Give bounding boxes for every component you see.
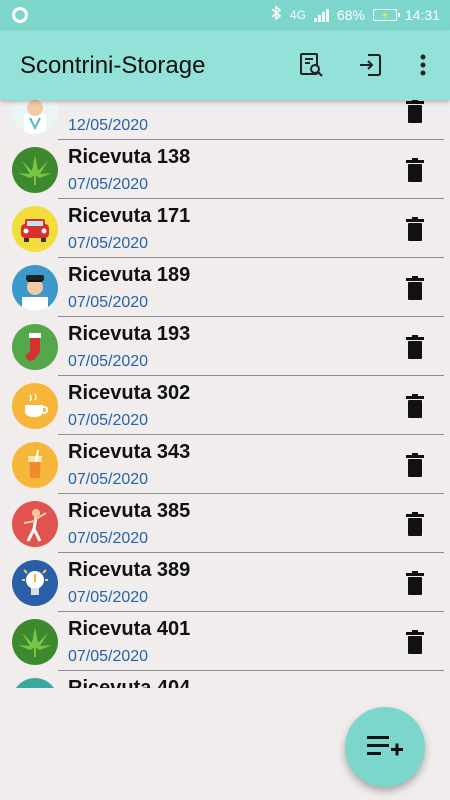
list-item[interactable]: Ricevuta 302 07/05/2020 bbox=[0, 376, 450, 435]
list-item[interactable]: Ricevuta 138 07/05/2020 bbox=[0, 140, 450, 199]
add-receipt-button[interactable] bbox=[345, 707, 425, 787]
car-icon bbox=[12, 206, 58, 252]
list-item[interactable]: Ricevuta 189 07/05/2020 bbox=[0, 258, 450, 317]
trash-icon bbox=[406, 158, 424, 182]
list-item[interactable]: Ricevuta 401 07/05/2020 bbox=[0, 612, 450, 671]
delete-button[interactable] bbox=[404, 453, 426, 477]
receipt-date: 07/05/2020 bbox=[68, 235, 149, 252]
lightbulb-icon bbox=[12, 560, 58, 606]
receipt-title: Ricevuta 401 bbox=[68, 618, 191, 640]
list-item[interactable]: Ricevuta 171 07/05/2020 bbox=[0, 199, 450, 258]
receipt-date: 07/05/2020 bbox=[68, 471, 149, 488]
doctor-icon bbox=[12, 100, 58, 134]
receipt-date: 07/05/2020 bbox=[68, 353, 149, 370]
list-item[interactable]: Ricevuta 385 07/05/2020 bbox=[0, 494, 450, 553]
receipt-date: 12/05/2020 bbox=[68, 117, 149, 134]
police-officer-icon bbox=[12, 265, 58, 311]
battery-icon bbox=[372, 9, 400, 21]
trash-icon bbox=[406, 512, 424, 536]
trash-icon bbox=[406, 276, 424, 300]
bluetooth-icon bbox=[270, 5, 282, 26]
cannabis-leaf-icon bbox=[12, 619, 58, 665]
delete-button[interactable] bbox=[404, 394, 426, 418]
receipt-date: 07/05/2020 bbox=[68, 412, 149, 429]
receipt-date: 07/05/2020 bbox=[68, 294, 149, 311]
app-bar: Scontrini-Storage bbox=[0, 30, 450, 100]
list-item[interactable]: Ricevuta 343 07/05/2020 bbox=[0, 435, 450, 494]
delete-button[interactable] bbox=[404, 100, 426, 123]
list-item[interactable]: 12/05/2020 bbox=[0, 100, 450, 140]
list-item[interactable]: Ricevuta 193 07/05/2020 bbox=[0, 317, 450, 376]
receipt-title: Ricevuta 404 bbox=[68, 677, 191, 688]
delete-button[interactable] bbox=[404, 512, 426, 536]
delete-button[interactable] bbox=[404, 630, 426, 654]
network-type: 4G bbox=[289, 8, 306, 22]
receipt-title: Ricevuta 302 bbox=[68, 382, 191, 404]
app-title: Scontrini-Storage bbox=[20, 52, 206, 79]
receipt-title: Ricevuta 389 bbox=[68, 559, 191, 581]
login-button[interactable] bbox=[355, 50, 385, 80]
receipt-date: 07/05/2020 bbox=[68, 176, 149, 193]
delete-button[interactable] bbox=[404, 276, 426, 300]
receipt-title: Ricevuta 343 bbox=[68, 441, 191, 463]
dancer-icon bbox=[12, 501, 58, 547]
list-item[interactable]: Ricevuta 404 bbox=[0, 671, 450, 688]
delete-button[interactable] bbox=[404, 571, 426, 595]
overflow-menu-button[interactable] bbox=[408, 50, 438, 80]
login-icon bbox=[360, 54, 381, 76]
receipt-date: 07/05/2020 bbox=[68, 530, 149, 547]
receipt-title: Ricevuta 138 bbox=[68, 146, 191, 168]
list-item[interactable]: Ricevuta 389 07/05/2020 bbox=[0, 553, 450, 612]
receipt-date: 07/05/2020 bbox=[68, 589, 149, 606]
juice-glass-icon bbox=[12, 442, 58, 488]
signal-icon bbox=[313, 8, 329, 22]
generic-icon bbox=[12, 678, 58, 688]
notification-icon bbox=[12, 7, 28, 23]
receipt-title: Ricevuta 193 bbox=[68, 323, 191, 345]
trash-icon bbox=[406, 100, 424, 123]
receipt-list[interactable]: 12/05/2020 Ricevuta 138 07/05/2020 Ricev… bbox=[0, 100, 450, 688]
receipt-title: Ricevuta 171 bbox=[68, 205, 191, 227]
coffee-cup-icon bbox=[12, 383, 58, 429]
trash-icon bbox=[406, 217, 424, 241]
trash-icon bbox=[406, 571, 424, 595]
more-vertical-icon bbox=[420, 54, 426, 76]
receipt-date: 07/05/2020 bbox=[68, 648, 149, 665]
clock: 14:31 bbox=[404, 7, 440, 23]
cannabis-leaf-icon bbox=[12, 147, 58, 193]
trash-icon bbox=[406, 335, 424, 359]
delete-button[interactable] bbox=[404, 335, 426, 359]
trash-icon bbox=[406, 394, 424, 418]
receipt-search-icon bbox=[300, 53, 323, 77]
trash-icon bbox=[406, 630, 424, 654]
status-indicators: 4G 68% 14:31 bbox=[270, 0, 440, 30]
status-bar: 4G 68% 14:31 bbox=[0, 0, 450, 30]
christmas-stocking-icon bbox=[12, 324, 58, 370]
trash-icon bbox=[406, 453, 424, 477]
receipt-title: Ricevuta 385 bbox=[68, 500, 191, 522]
receipt-title: Ricevuta 189 bbox=[68, 264, 191, 286]
search-receipt-button[interactable] bbox=[296, 50, 326, 80]
playlist-add-icon bbox=[367, 736, 403, 756]
delete-button[interactable] bbox=[404, 217, 426, 241]
delete-button[interactable] bbox=[404, 158, 426, 182]
battery-percent: 68% bbox=[336, 7, 365, 23]
